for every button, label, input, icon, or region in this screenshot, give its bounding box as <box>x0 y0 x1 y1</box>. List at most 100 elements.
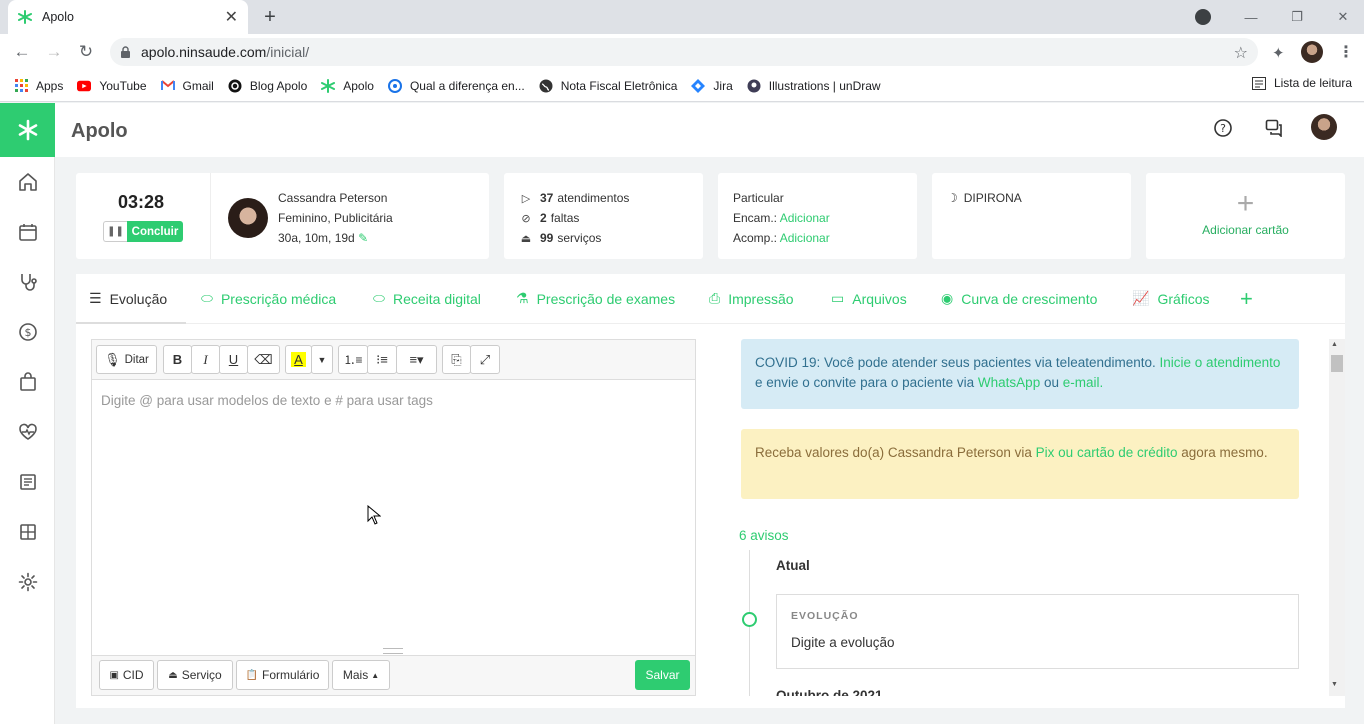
sidebar-item-home[interactable] <box>0 160 55 204</box>
scroll-down-icon[interactable]: ▼ <box>1331 681 1338 688</box>
conclude-button[interactable]: Concluir <box>127 221 183 242</box>
ordered-list-button[interactable]: ⒈≡ <box>338 345 368 374</box>
bookmark-blog-apolo[interactable]: Blog Apolo <box>228 79 307 93</box>
bold-button[interactable]: B <box>163 345 192 374</box>
sidebar-item-attendance[interactable] <box>0 260 55 304</box>
chat-icon[interactable] <box>1262 116 1286 140</box>
tab-graficos[interactable]: 📈 Gráficos <box>1132 290 1210 307</box>
formulario-button[interactable]: 📋 Formulário <box>236 660 329 690</box>
browser-tab[interactable]: Apolo ✕ <box>8 0 248 34</box>
italic-icon: I <box>203 351 208 367</box>
start-session-link[interactable]: Inicie o atendimento <box>1160 355 1281 370</box>
forward-icon[interactable]: → <box>42 40 66 64</box>
restore-icon[interactable]: ❐ <box>1274 0 1320 34</box>
add-tab-plus-icon[interactable]: + <box>1240 286 1253 312</box>
scroll-up-icon[interactable]: ▲ <box>1331 341 1338 348</box>
tab-prescricao-medica[interactable]: ⬭ Prescrição médica <box>201 290 336 307</box>
tab-impressao[interactable]: ⎙ Impressão <box>709 290 794 307</box>
absences-count: 2 <box>540 211 547 225</box>
timeline-dot-icon <box>742 612 757 627</box>
acomp-add-link[interactable]: Adicionar <box>780 231 830 245</box>
sidebar-item-calendar[interactable] <box>0 210 55 254</box>
allergy-card[interactable]: ☽ DIPIRONA <box>932 173 1131 259</box>
mais-button[interactable]: Mais ▲ <box>332 660 390 690</box>
covid-text: COVID 19: Você pode atender seus pacient… <box>755 355 1156 370</box>
pill-icon: ⬭ <box>373 290 385 306</box>
bookmark-qual-a-diferenca[interactable]: Qual a diferença en... <box>387 78 525 93</box>
reload-icon[interactable]: ↻ <box>74 40 98 64</box>
back-icon[interactable]: ← <box>10 40 34 64</box>
encam-add-link[interactable]: Adicionar <box>780 211 830 225</box>
pause-button[interactable]: ❚❚ <box>103 221 127 242</box>
timeline-next-date: Outubro de 2021 <box>776 688 883 696</box>
add-card[interactable]: + Adicionar cartão <box>1146 173 1345 259</box>
sidebar-item-settings[interactable] <box>0 560 55 604</box>
user-avatar[interactable] <box>1311 114 1337 140</box>
highlight-dropdown[interactable]: ▼ <box>311 345 333 374</box>
bookmark-undraw[interactable]: Illustrations | unDraw <box>747 79 881 93</box>
profile-avatar[interactable] <box>1301 41 1323 63</box>
window-close-icon[interactable]: ✕ <box>1320 0 1364 34</box>
bookmark-star-icon[interactable]: ☆ <box>1234 43 1248 63</box>
whatsapp-link[interactable]: WhatsApp <box>978 375 1040 390</box>
underline-button[interactable]: U <box>219 345 248 374</box>
tab-arquivos[interactable]: ▭ Arquivos <box>831 290 907 307</box>
resize-grip-icon[interactable] <box>383 648 403 654</box>
editor-placeholder: Digite @ para usar modelos de texto e # … <box>101 393 433 408</box>
fullscreen-button[interactable]: ⤢ <box>470 345 500 374</box>
tab-prescricao-exames[interactable]: ⚗ Prescrição de exames <box>516 290 675 307</box>
dictate-button[interactable]: 🎙 Ditar <box>96 345 157 374</box>
sidebar-item-dashboard[interactable] <box>0 510 55 554</box>
tab-curva-crescimento[interactable]: ◉ Curva de crescimento <box>941 290 1097 307</box>
extensions-icon[interactable]: ✦ <box>1272 44 1285 62</box>
pix-link[interactable]: Pix ou cartão de crédito <box>1036 445 1178 460</box>
sidebar-item-health[interactable] <box>0 410 55 454</box>
highlight-button[interactable]: A <box>285 345 312 374</box>
notices-count-link[interactable]: 6 avisos <box>739 528 789 543</box>
patient-name[interactable]: Cassandra Peterson <box>278 191 387 205</box>
bookmark-jira[interactable]: Jira <box>691 78 733 93</box>
clear-format-button[interactable]: ⌫ <box>247 345 280 374</box>
bookmark-apps[interactable]: Apps <box>14 79 63 93</box>
close-tab-icon[interactable]: ✕ <box>225 7 238 27</box>
blog-apolo-icon <box>228 79 242 93</box>
help-icon[interactable]: ? <box>1211 116 1235 140</box>
save-button[interactable]: Salvar <box>635 660 690 690</box>
ordered-list-icon: ⒈≡ <box>343 353 363 367</box>
paste-word-button[interactable]: ⎘ <box>442 345 471 374</box>
unordered-list-button[interactable]: ⁝≡ <box>367 345 397 374</box>
tab-receita-digital[interactable]: ⬭ Receita digital <box>373 290 481 307</box>
tab-label: Gráficos <box>1157 290 1210 307</box>
tab-evolucao[interactable]: ☰ Evolução <box>89 290 167 307</box>
add-card-label: Adicionar cartão <box>1202 223 1289 237</box>
tab-label: Evolução <box>109 290 168 307</box>
tab-search-icon[interactable] <box>1195 9 1211 25</box>
bookmark-apolo[interactable]: Apolo <box>321 78 374 93</box>
browser-menu-icon[interactable]: ⋮ <box>1338 42 1354 62</box>
new-tab-icon[interactable]: + <box>258 5 282 29</box>
app-header <box>55 103 1364 157</box>
app-logo[interactable] <box>0 103 55 157</box>
cid-icon: ▣ <box>109 669 119 681</box>
italic-button[interactable]: I <box>191 345 220 374</box>
scrollbar-thumb[interactable] <box>1331 355 1343 372</box>
bookmark-nota-fiscal[interactable]: Nota Fiscal Eletrônica <box>539 79 677 93</box>
bookmark-youtube[interactable]: YouTube <box>77 79 147 93</box>
cid-button[interactable]: ▣ CID <box>99 660 154 690</box>
sidebar-item-reports[interactable] <box>0 460 55 504</box>
reading-list[interactable]: Lista de leitura <box>1251 76 1352 90</box>
gmail-icon <box>160 79 175 93</box>
servico-button[interactable]: ⏏ Serviço <box>157 660 233 690</box>
evolution-entry[interactable] <box>776 594 1299 669</box>
right-pane-scrollbar[interactable] <box>1329 339 1345 696</box>
appointments-count: 37 <box>540 191 554 205</box>
address-bar[interactable]: apolo.ninsaude.com/inicial/ ☆ <box>110 38 1258 66</box>
edit-pencil-icon[interactable]: ✎ <box>358 231 368 245</box>
sidebar-item-shop[interactable] <box>0 360 55 404</box>
minimize-icon[interactable]: — <box>1228 0 1274 34</box>
align-dropdown[interactable]: ≡▾ <box>396 345 437 374</box>
email-link[interactable]: e-mail. <box>1063 375 1104 390</box>
gear-icon <box>18 572 37 592</box>
bookmark-gmail[interactable]: Gmail <box>160 79 214 93</box>
sidebar-item-finance[interactable]: $ <box>0 310 55 354</box>
